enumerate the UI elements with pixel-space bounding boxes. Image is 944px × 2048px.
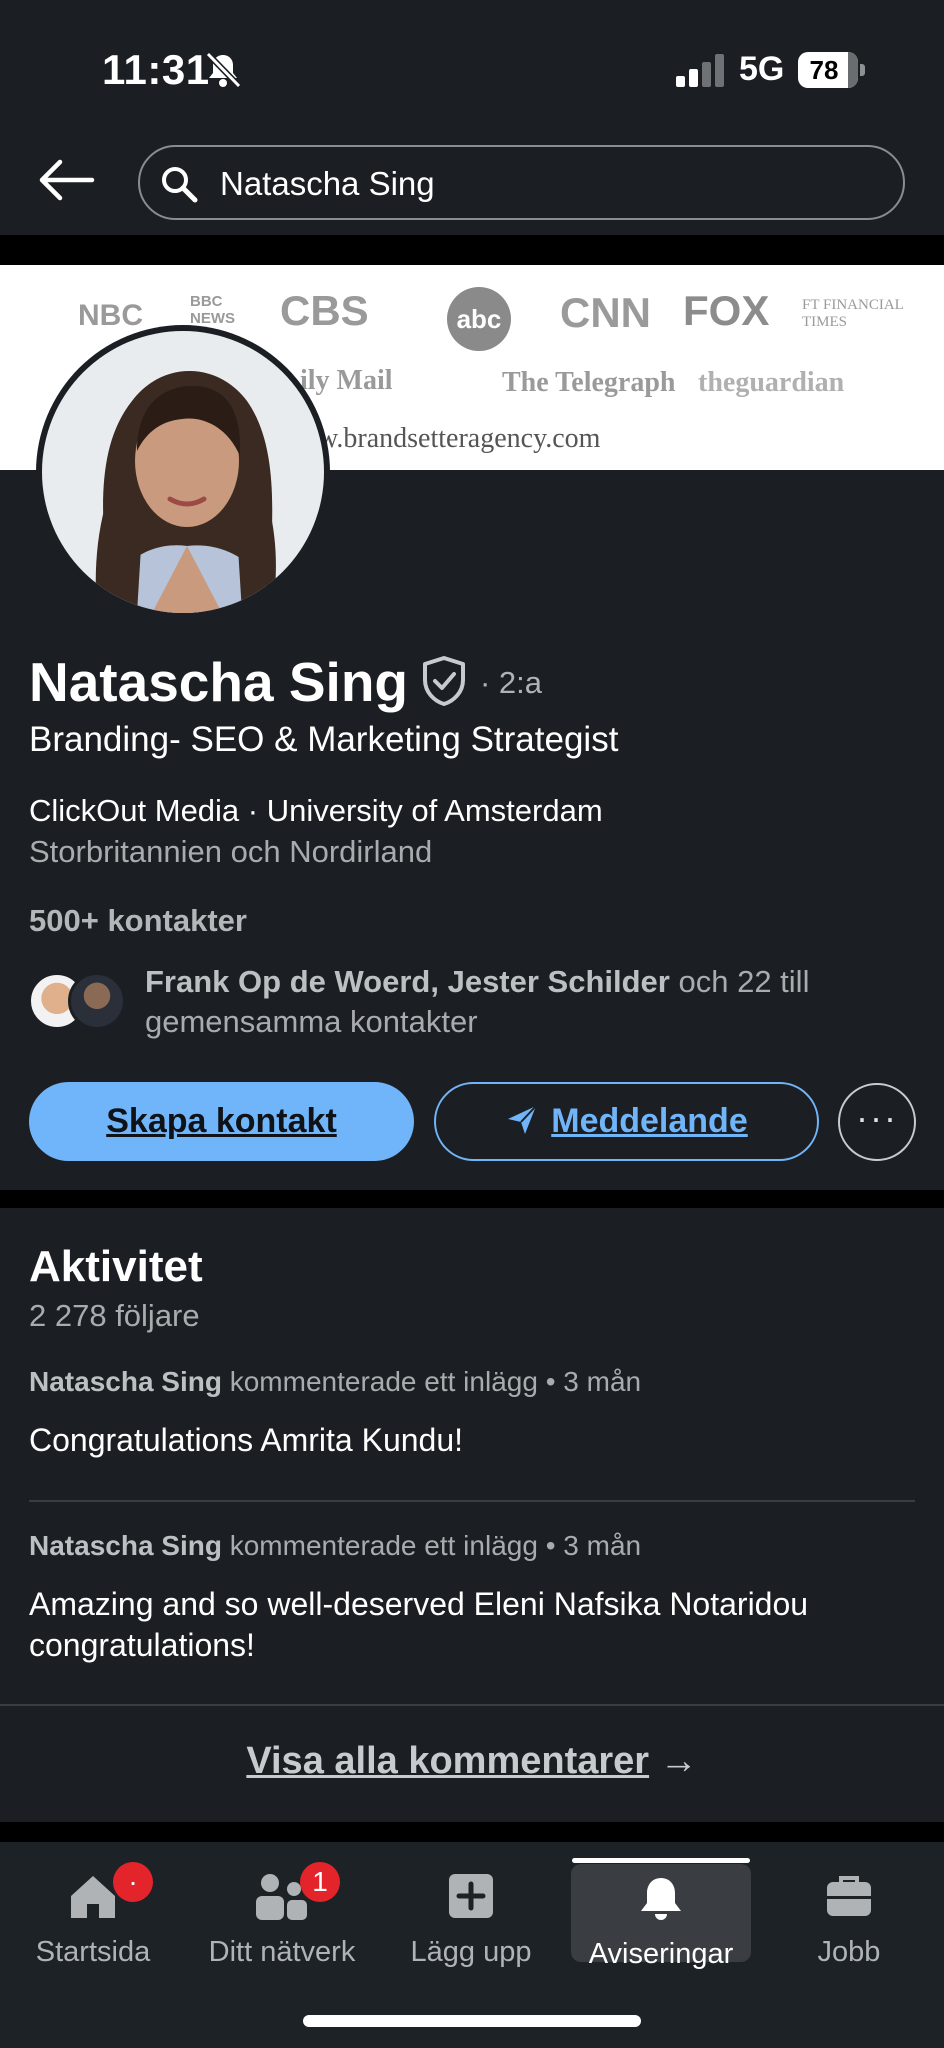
nav-item-network[interactable]: 1 Ditt nätverk [192,1862,372,2002]
search-query: Natascha Sing [220,165,435,202]
divider [0,1704,944,1706]
profile-headline: Branding- SEO & Marketing Strategist [29,720,619,759]
home-icon [71,1876,115,1918]
battery-level: 78 [809,55,839,85]
search-icon [162,167,198,203]
notification-badge: 1 [300,1862,340,1902]
nav-label: Lägg upp [410,1936,532,1968]
nav-label: Startsida [35,1936,151,1968]
bottom-nav: · Startsida 1 Ditt nätverk Lägg upp Avis… [0,1842,944,2048]
section-divider [0,1190,944,1208]
logo-cbs: CBS [280,287,369,334]
connection-degree: · 2:a [480,665,543,700]
arrow-right-icon: → [659,1740,698,1782]
logo-ft: FT FINANCIAL TIMES [802,297,904,330]
nav-label: Aviseringar [588,1938,734,1970]
logo-fox: FOX [683,287,770,334]
banner-url: w.brandsetteragency.com [318,423,601,454]
send-icon [508,1105,537,1135]
connections-count[interactable]: 500+ kontakter [29,903,247,939]
message-label: Meddelande [551,1102,748,1140]
nav-label: Jobb [817,1936,881,1968]
notification-badge: · [113,1862,153,1902]
bell-muted-icon [205,51,242,89]
activity-post-text[interactable]: Amazing and so well-deserved Eleni Nafsi… [29,1584,909,1666]
back-arrow-icon[interactable] [36,158,96,202]
add-post-icon [449,1874,493,1918]
profile-company-education[interactable]: ClickOut Media · University of Amsterdam [29,793,603,829]
logo-dailymail: ily Mail [300,365,393,396]
activity-post-meta[interactable]: Natascha Sing kommenterade ett inlägg • … [29,1366,641,1398]
nav-item-home[interactable]: · Startsida [3,1862,183,2002]
post-action: kommenterade ett inlägg • 3 mån [221,1366,642,1397]
mutual-connections-text[interactable]: Frank Op de Woerd, Jester Schilder och 2… [145,962,905,1042]
show-all-comments-link[interactable]: Visa alla kommentarer → [0,1740,944,1783]
avatar [42,331,324,613]
activity-title: Aktivitet [29,1242,203,1291]
more-options-button[interactable]: ··· [838,1083,916,1161]
banner-top-strip [0,235,944,265]
activity-post-text[interactable]: Congratulations Amrita Kundu! [29,1420,909,1461]
logo-abc: abc [447,287,511,351]
followers-count: 2 278 följare [29,1298,200,1333]
profile-avatar[interactable] [36,325,330,619]
section-divider [0,1822,944,1842]
avatar [68,972,126,1030]
post-author: Natascha Sing [29,1530,222,1561]
post-author: Natascha Sing [29,1366,222,1397]
post-action: kommenterade ett inlägg • 3 mån [221,1530,642,1561]
home-indicator[interactable] [303,2015,641,2027]
status-bar: 11:31 5G 78 [0,0,944,135]
network-type: 5G [739,50,785,88]
logo-bbc: BBC NEWS [190,293,235,327]
verified-shield-icon[interactable] [420,655,468,707]
search-input[interactable]: Natascha Sing [138,145,905,220]
battery-icon: 78 [798,52,865,88]
profile-location: Storbritannien och Nordirland [29,834,433,869]
divider [29,1500,915,1502]
mutual-names: Frank Op de Woerd, Jester Schilder [145,964,670,999]
nav-item-post[interactable]: Lägg upp [381,1862,561,2002]
logo-telegraph: The Telegraph [502,367,676,398]
profile-name: Natascha Sing [29,651,409,713]
signal-icon [676,54,724,87]
profile-screen: 11:31 5G 78 Natascha Sing NBC BBC NEWS C… [0,0,944,2048]
show-all-label: Visa alla kommentarer [246,1740,650,1782]
activity-post-meta[interactable]: Natascha Sing kommenterade ett inlägg • … [29,1530,641,1562]
bell-icon [641,1878,681,1920]
logo-guardian: theguardian [698,367,845,398]
message-button[interactable]: Meddelande [434,1082,819,1161]
logo-nbc: NBC [78,299,143,332]
briefcase-icon [827,1876,871,1916]
nav-item-notifications[interactable]: Aviseringar [571,1864,751,1970]
status-time: 11:31 [102,46,210,93]
connect-button[interactable]: Skapa kontakt [29,1082,414,1161]
nav-item-jobs[interactable]: Jobb [759,1862,939,2002]
nav-label: Ditt nätverk [208,1936,356,1968]
mutual-connection-avatars[interactable] [28,972,128,1032]
logo-cnn: CNN [560,289,651,336]
active-tab-indicator [572,1858,750,1863]
